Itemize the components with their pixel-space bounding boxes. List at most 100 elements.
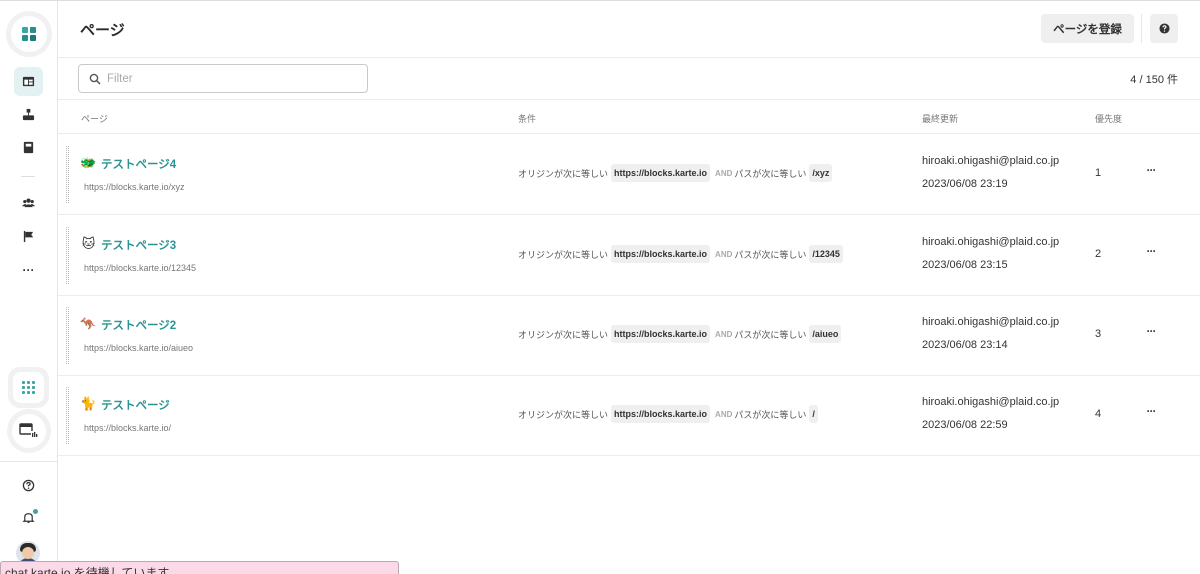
path-chip: /12345 xyxy=(809,245,843,263)
sidebar-item-sitemap[interactable] xyxy=(14,100,43,129)
page-url: https://blocks.karte.io/aiueo xyxy=(84,343,194,353)
page-emoji-icon: 🐈 xyxy=(80,396,97,411)
sidebar-bottom-divider xyxy=(0,461,58,462)
sidebar-item-flag[interactable] xyxy=(14,222,43,251)
more-icon: ··· xyxy=(22,262,35,277)
sidebar-item-notifications[interactable] xyxy=(14,503,43,532)
condition: オリジンが次に等しい https://blocks.karte.io AND パ… xyxy=(518,325,844,343)
sidebar: ··· xyxy=(0,0,58,574)
page-name-link[interactable]: テストページ2 xyxy=(101,317,176,333)
priority: 4 xyxy=(1095,408,1102,420)
sidebar-item-more[interactable]: ··· xyxy=(14,255,43,284)
page-name-link[interactable]: テストページ4 xyxy=(101,156,176,172)
condition: オリジンが次に等しい https://blocks.karte.io AND パ… xyxy=(518,164,835,182)
table-row[interactable]: 🐲 テストページ4 https://blocks.karte.io/xyz オリ… xyxy=(58,134,1200,215)
updated-at: 2023/06/08 23:14 xyxy=(922,339,1008,351)
row-more-button[interactable]: ··· xyxy=(1143,245,1159,261)
path-chip: /aiueo xyxy=(809,325,842,343)
question-icon xyxy=(1158,23,1170,34)
updated-at: 2023/06/08 22:59 xyxy=(922,419,1008,431)
condition-origin-label: オリジンが次に等しい xyxy=(518,409,609,420)
page-url: https://blocks.karte.io/xyz xyxy=(84,182,185,192)
header-help-button[interactable] xyxy=(1150,14,1178,43)
condition-path-label: パスが次に等しい xyxy=(734,409,807,420)
priority: 2 xyxy=(1095,248,1102,260)
logo-icon xyxy=(22,27,36,41)
search-icon xyxy=(89,73,101,85)
register-page-button[interactable]: ページを登録 xyxy=(1041,14,1134,43)
sidebar-item-users[interactable] xyxy=(14,188,43,217)
book-icon xyxy=(23,141,34,154)
drag-handle[interactable] xyxy=(66,227,69,284)
and-label: AND xyxy=(715,409,733,419)
condition-path-label: パスが次に等しい xyxy=(734,329,807,340)
page-name-link[interactable]: テストページ xyxy=(101,397,170,413)
sidebar-item-book[interactable] xyxy=(14,133,43,162)
filter-divider xyxy=(58,99,1200,100)
drag-handle[interactable] xyxy=(66,146,69,203)
origin-chip: https://blocks.karte.io xyxy=(611,405,711,423)
row-more-button[interactable]: ··· xyxy=(1143,405,1159,421)
sidebar-item-pages[interactable] xyxy=(14,67,43,96)
flag-icon xyxy=(23,230,34,243)
updated-by: hiroaki.ohigashi@plaid.co.jp xyxy=(922,236,1060,248)
condition-path-label: パスが次に等しい xyxy=(734,168,807,179)
column-header-condition: 条件 xyxy=(518,114,537,124)
sitemap-icon xyxy=(22,108,35,121)
priority: 1 xyxy=(1095,167,1102,179)
row-more-button[interactable]: ··· xyxy=(1143,164,1159,180)
sidebar-item-help[interactable] xyxy=(14,471,43,500)
page-emoji-icon: 🐲 xyxy=(80,155,97,170)
table-row[interactable]: 🐈 テストページ https://blocks.karte.io/ オリジンが次… xyxy=(58,375,1200,456)
condition: オリジンが次に等しい https://blocks.karte.io AND パ… xyxy=(518,245,846,263)
updated-at: 2023/06/08 23:19 xyxy=(922,178,1008,190)
page-layout-icon xyxy=(22,76,35,87)
path-chip: / xyxy=(809,405,818,423)
header-divider xyxy=(58,57,1200,58)
origin-chip: https://blocks.karte.io xyxy=(611,245,711,263)
updated-at: 2023/06/08 23:15 xyxy=(922,259,1008,271)
filter-box[interactable] xyxy=(78,64,368,93)
path-chip: /xyz xyxy=(809,164,833,182)
users-icon xyxy=(22,198,35,208)
page-emoji-icon: 🦘 xyxy=(80,316,97,331)
column-header-priority: 優先度 xyxy=(1095,114,1123,124)
header-separator xyxy=(1141,14,1142,43)
page-block-icon xyxy=(19,423,38,438)
notification-dot xyxy=(32,508,39,515)
result-count: 4 / 150 件 xyxy=(1130,74,1178,86)
condition-origin-label: オリジンが次に等しい xyxy=(518,329,609,340)
priority: 3 xyxy=(1095,328,1102,340)
updated-by: hiroaki.ohigashi@plaid.co.jp xyxy=(922,316,1060,328)
row-more-button[interactable]: ··· xyxy=(1143,325,1159,341)
and-label: AND xyxy=(715,329,733,339)
and-label: AND xyxy=(715,168,733,178)
browser-status-bar: chat.karte.io を待機しています... xyxy=(0,561,399,574)
page-emoji-icon: 🐱 xyxy=(81,236,96,251)
updated-by: hiroaki.ohigashi@plaid.co.jp xyxy=(922,396,1060,408)
condition-path-label: パスが次に等しい xyxy=(734,249,807,260)
top-border xyxy=(58,0,1200,1)
table-row[interactable]: 🦘 テストページ2 https://blocks.karte.io/aiueo … xyxy=(58,295,1200,376)
updated-by: hiroaki.ohigashi@plaid.co.jp xyxy=(922,155,1060,167)
filter-input[interactable] xyxy=(107,72,347,85)
help-icon xyxy=(22,479,35,492)
apps-grid-icon xyxy=(22,381,35,394)
origin-chip: https://blocks.karte.io xyxy=(611,164,711,182)
table-row[interactable]: 🐱 テストページ3 https://blocks.karte.io/12345 … xyxy=(58,215,1200,296)
drag-handle[interactable] xyxy=(66,307,69,364)
page-name-link[interactable]: テストページ3 xyxy=(101,237,176,253)
page-title: ページ xyxy=(80,22,125,39)
apps-button[interactable] xyxy=(8,367,49,408)
page-block-button[interactable] xyxy=(7,409,51,453)
condition-origin-label: オリジンが次に等しい xyxy=(518,168,609,179)
drag-handle[interactable] xyxy=(66,387,69,444)
origin-chip: https://blocks.karte.io xyxy=(611,325,711,343)
condition: オリジンが次に等しい https://blocks.karte.io AND パ… xyxy=(518,405,821,423)
condition-origin-label: オリジンが次に等しい xyxy=(518,249,609,260)
page-url: https://blocks.karte.io/ xyxy=(84,423,172,433)
page-url: https://blocks.karte.io/12345 xyxy=(84,263,197,273)
column-header-page: ページ xyxy=(81,114,108,124)
logo-button[interactable] xyxy=(6,11,52,57)
nav-divider xyxy=(21,176,35,177)
